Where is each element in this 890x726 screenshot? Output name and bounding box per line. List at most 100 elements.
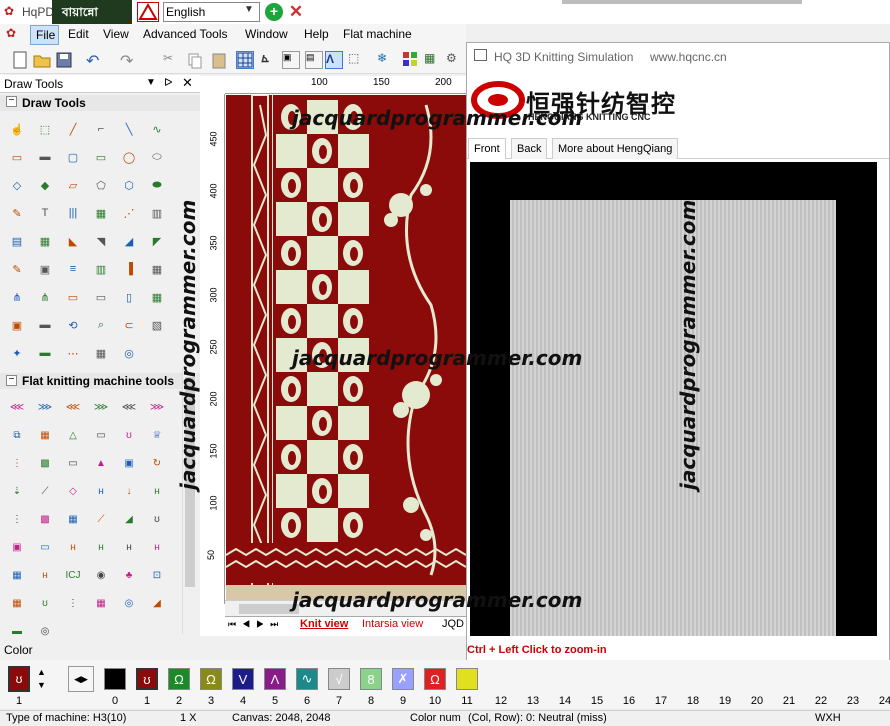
knit-tool-icon[interactable]: ▦: [64, 510, 82, 528]
knit-tool-icon[interactable]: ◢: [148, 594, 166, 612]
knit-tool-icon[interactable]: ▬: [8, 622, 26, 640]
section-flat-knitting-tools[interactable]: Flat knitting machine tools: [0, 373, 200, 389]
menu-advanced-tools[interactable]: Advanced Tools: [143, 27, 228, 41]
knit-tool-icon[interactable]: ▦: [36, 426, 54, 444]
cut-icon[interactable]: ✂: [163, 51, 181, 69]
color-grid-icon[interactable]: [402, 51, 420, 69]
menu-flat-machine[interactable]: Flat machine: [343, 27, 412, 41]
save-icon[interactable]: [55, 51, 73, 69]
palette-scroll[interactable]: ◀▶: [68, 666, 94, 692]
draw-tool-icon[interactable]: ⬠: [92, 176, 110, 194]
knit-tool-icon[interactable]: ▦: [8, 566, 26, 584]
draw-tool-icon[interactable]: ✦: [8, 344, 26, 362]
knit-tool-icon[interactable]: ⋘: [120, 398, 138, 416]
knit-tool-icon[interactable]: ▭: [36, 538, 54, 556]
knit-tool-icon[interactable]: ʊ: [148, 510, 166, 528]
draw-tool-icon[interactable]: |||: [64, 204, 82, 222]
snowflake-icon[interactable]: ❄: [377, 51, 395, 69]
draw-tool-icon[interactable]: ▤: [8, 232, 26, 250]
draw-tool-icon[interactable]: ▯: [120, 288, 138, 306]
current-color[interactable]: ʊ: [8, 666, 30, 692]
draw-tool-icon[interactable]: ▬: [36, 344, 54, 362]
panel-pin-icon[interactable]: ᐅ: [164, 76, 172, 89]
draw-tool-icon[interactable]: ⋔: [36, 288, 54, 306]
knit-tool-icon[interactable]: ʜ: [148, 538, 166, 556]
draw-tool-icon[interactable]: ◆: [36, 176, 54, 194]
knit-tool-icon[interactable]: ⋮: [64, 594, 82, 612]
knit-tool-icon[interactable]: ♣: [120, 566, 138, 584]
knit-tool-icon[interactable]: ▣: [8, 538, 26, 556]
settings-icon[interactable]: ⚙: [446, 51, 464, 69]
draw-tool-icon[interactable]: ◢: [120, 232, 138, 250]
color-swatch[interactable]: ∿: [296, 668, 318, 690]
grid-toggle-icon[interactable]: [236, 51, 254, 69]
tab-intarsia-view[interactable]: Intarsia view: [362, 618, 423, 630]
panel-close-icon[interactable]: ✕: [182, 75, 193, 91]
draw-tool-icon[interactable]: ▦: [92, 204, 110, 222]
knit-tool-icon[interactable]: ▩: [36, 454, 54, 472]
knit-tool-icon[interactable]: ⇣: [8, 482, 26, 500]
open-folder-icon[interactable]: [33, 51, 51, 69]
color-swatch[interactable]: [104, 668, 126, 690]
draw-tool-icon[interactable]: ✎: [8, 260, 26, 278]
draw-tool-icon[interactable]: ▦: [36, 232, 54, 250]
draw-tool-icon[interactable]: ◤: [148, 232, 166, 250]
draw-tool-icon[interactable]: ▧: [148, 316, 166, 334]
color-swatch[interactable]: ✗: [392, 668, 414, 690]
knit-tool-icon[interactable]: ▦: [8, 594, 26, 612]
knit-tool-icon[interactable]: ▦: [92, 594, 110, 612]
knit-tool-icon[interactable]: ʜ: [36, 566, 54, 584]
knit-tool-icon[interactable]: ⋮: [8, 454, 26, 472]
knit-tool-icon[interactable]: ʜ: [92, 482, 110, 500]
draw-tool-icon[interactable]: ◯: [120, 148, 138, 166]
draw-tool-icon[interactable]: ▬: [36, 148, 54, 166]
zoom-real-icon[interactable]: ▤: [305, 51, 323, 69]
color-swatch[interactable]: V: [232, 668, 254, 690]
knit-tool-icon[interactable]: ⋙: [148, 398, 166, 416]
knit-tool-icon[interactable]: ⧉: [8, 426, 26, 444]
menu-view[interactable]: View: [103, 27, 129, 41]
knit-tool-icon[interactable]: ʜ: [92, 538, 110, 556]
tab-nav-arrows[interactable]: ⏮◀▶⏭: [228, 619, 284, 630]
draw-tool-icon[interactable]: ▭: [64, 288, 82, 306]
draw-tool-icon[interactable]: ◎: [120, 344, 138, 362]
redo-icon[interactable]: ↷: [120, 51, 138, 70]
section-draw-tools[interactable]: Draw Tools: [0, 95, 200, 111]
knit-path-icon[interactable]: Λ: [325, 51, 343, 69]
panel-dropdown-icon[interactable]: ▼: [146, 77, 156, 88]
knit-tool-icon[interactable]: ⋮: [8, 510, 26, 528]
chart-icon[interactable]: ▦: [424, 51, 442, 69]
color-swatch[interactable]: Ω: [424, 668, 446, 690]
knit-tool-icon[interactable]: ʊ: [120, 426, 138, 444]
draw-tool-icon[interactable]: ◇: [8, 176, 26, 194]
draw-tool-icon[interactable]: ▭: [92, 148, 110, 166]
knit-tool-icon[interactable]: ▭: [64, 454, 82, 472]
knit-tool-icon[interactable]: ◉: [92, 566, 110, 584]
color-swatch[interactable]: Ω: [200, 668, 222, 690]
collapse-icon[interactable]: −: [6, 375, 17, 386]
copy-icon[interactable]: [186, 51, 204, 69]
knit-tool-icon[interactable]: ʜ: [120, 538, 138, 556]
color-swatch[interactable]: ʊ: [136, 668, 158, 690]
color-swatch[interactable]: [456, 668, 478, 690]
draw-tool-icon[interactable]: ▬: [36, 316, 54, 334]
draw-tool-icon[interactable]: ▐: [120, 260, 138, 278]
draw-tool-icon[interactable]: ∿: [148, 120, 166, 138]
knit-tool-icon[interactable]: ⋙: [36, 398, 54, 416]
knit-tool-icon[interactable]: ▣: [120, 454, 138, 472]
draw-tool-icon[interactable]: ⬬: [148, 176, 166, 194]
menu-file[interactable]: File: [30, 25, 59, 45]
draw-tool-icon[interactable]: ◥: [92, 232, 110, 250]
draw-tool-icon[interactable]: ▥: [148, 204, 166, 222]
select-frame-icon[interactable]: ⬚: [348, 51, 366, 69]
draw-tool-icon[interactable]: ⬭: [148, 148, 166, 166]
menu-edit[interactable]: Edit: [68, 27, 89, 41]
draw-tool-icon[interactable]: ▦: [148, 288, 166, 306]
draw-tool-icon[interactable]: ⌐: [92, 120, 110, 138]
knit-tool-icon[interactable]: ICJ: [64, 566, 82, 584]
draw-tool-icon[interactable]: ▣: [36, 260, 54, 278]
tab-knit-view[interactable]: Knit view: [300, 618, 348, 630]
draw-tool-icon[interactable]: ⟲: [64, 316, 82, 334]
collapse-icon[interactable]: −: [6, 96, 17, 107]
knit-tool-icon[interactable]: ♕: [148, 426, 166, 444]
